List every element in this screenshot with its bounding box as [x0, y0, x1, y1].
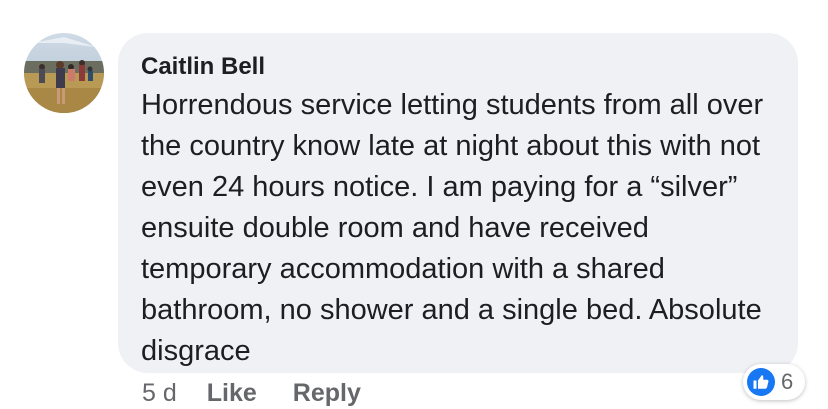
comment-timestamp[interactable]: 5 d	[142, 379, 177, 408]
comment-author[interactable]: Caitlin Bell	[141, 51, 778, 83]
reaction-count: 6	[781, 369, 794, 394]
reaction-summary[interactable]: 6	[743, 364, 805, 400]
comment-text: Horrendous service letting students from…	[141, 89, 764, 367]
comment-bubble: Caitlin Bell Horrendous service letting …	[118, 33, 798, 373]
thumbs-up-icon	[747, 368, 775, 396]
avatar-photo	[24, 33, 104, 113]
reply-button[interactable]: Reply	[293, 379, 361, 408]
like-button[interactable]: Like	[207, 379, 257, 408]
avatar[interactable]	[24, 33, 104, 113]
comment-actions: 5 d Like Reply	[142, 378, 397, 408]
comment-container: Caitlin Bell Horrendous service letting …	[0, 0, 828, 409]
